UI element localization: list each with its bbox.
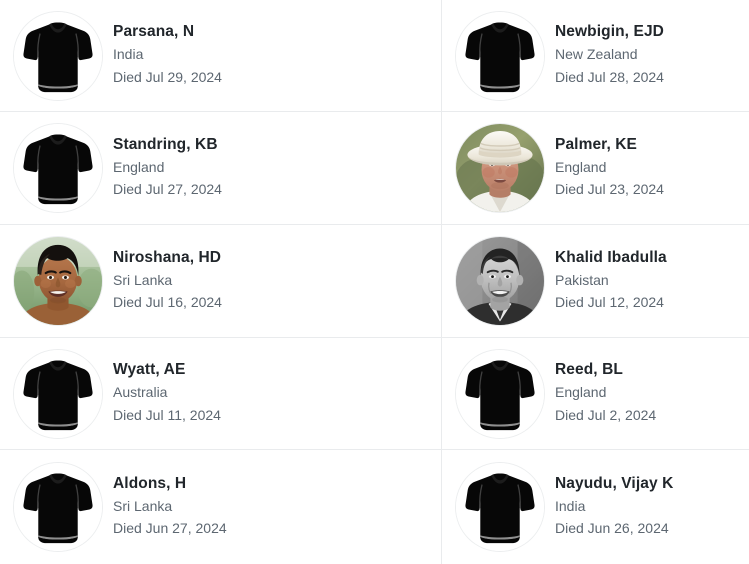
person-died-date: Died Jul 11, 2024	[113, 406, 221, 423]
avatar[interactable]	[456, 237, 544, 325]
shirt-placeholder-icon	[456, 11, 544, 100]
person-died-date: Died Jul 29, 2024	[113, 68, 222, 85]
person-country: Sri Lanka	[113, 271, 173, 288]
person-info: Parsana, N India Died Jul 29, 2024	[113, 21, 222, 89]
avatar[interactable]	[456, 349, 544, 438]
person-card[interactable]: Khalid Ibadulla Pakistan Died Jul 12, 2024	[442, 225, 749, 338]
person-info: Reed, BL England Died Jul 2, 2024	[555, 359, 656, 427]
person-card[interactable]: Nayudu, Vijay K India Died Jun 26, 2024	[442, 450, 749, 564]
avatar[interactable]	[14, 237, 102, 325]
avatar[interactable]	[14, 349, 102, 438]
person-name[interactable]: Parsana, N	[113, 21, 222, 43]
person-country: New Zealand	[555, 46, 638, 63]
person-name[interactable]: Khalid Ibadulla	[555, 247, 667, 269]
obituary-list-grid: Parsana, N India Died Jul 29, 2024 Newbigi…	[0, 0, 749, 564]
person-card[interactable]: Palmer, KE England Died Jul 23, 2024	[442, 112, 749, 225]
person-info: Standring, KB England Died Jul 27, 2024	[113, 134, 222, 202]
person-name[interactable]: Standring, KB	[113, 134, 222, 156]
avatar[interactable]	[14, 11, 102, 100]
shirt-placeholder-icon	[14, 11, 102, 100]
person-card[interactable]: Reed, BL England Died Jul 2, 2024	[442, 338, 749, 450]
person-country: India	[113, 46, 144, 63]
person-info: Nayudu, Vijay K India Died Jun 26, 2024	[555, 473, 673, 541]
person-info: Niroshana, HD Sri Lanka Died Jul 16, 2024	[113, 247, 222, 315]
shirt-placeholder-icon	[14, 124, 102, 212]
person-country: Australia	[113, 384, 168, 401]
person-died-date: Died Jun 27, 2024	[113, 520, 227, 536]
person-died-date: Died Jul 27, 2024	[113, 181, 222, 197]
person-country: England	[555, 384, 607, 401]
person-info: Newbigin, EJD New Zealand Died Jul 28, 202…	[555, 21, 664, 89]
person-card[interactable]: Aldons, H Sri Lanka Died Jun 27, 2024	[0, 450, 442, 564]
person-name[interactable]: Newbigin, EJD	[555, 21, 664, 43]
person-name[interactable]: Wyatt, AE	[113, 359, 221, 381]
shirt-placeholder-icon	[456, 463, 544, 551]
person-name[interactable]: Nayudu, Vijay K	[555, 473, 673, 495]
avatar[interactable]	[14, 124, 102, 212]
shirt-placeholder-icon	[14, 349, 102, 438]
person-name[interactable]: Reed, BL	[555, 359, 656, 381]
avatar[interactable]	[456, 11, 544, 100]
shirt-placeholder-icon	[14, 463, 102, 551]
person-name[interactable]: Aldons, H	[113, 473, 227, 495]
person-card[interactable]: Wyatt, AE Australia Died Jul 11, 2024	[0, 338, 442, 450]
person-info: Khalid Ibadulla Pakistan Died Jul 12, 2024	[555, 247, 667, 315]
person-country: Pakistan	[555, 271, 609, 288]
person-died-date: Died Jul 23, 2024	[555, 181, 664, 197]
person-died-date: Died Jul 28, 2024	[555, 68, 664, 85]
avatar[interactable]	[14, 463, 102, 551]
avatar[interactable]	[456, 124, 544, 212]
portrait-photo	[456, 124, 544, 212]
person-country: England	[555, 158, 607, 175]
portrait-photo	[14, 237, 102, 325]
person-name[interactable]: Palmer, KE	[555, 134, 664, 156]
person-died-date: Died Jul 2, 2024	[555, 406, 657, 423]
person-died-date: Died Jul 12, 2024	[555, 294, 664, 310]
person-card[interactable]: Parsana, N India Died Jul 29, 2024	[0, 0, 442, 112]
person-info: Palmer, KE England Died Jul 23, 2024	[555, 134, 664, 202]
person-card[interactable]: Niroshana, HD Sri Lanka Died Jul 16, 2024	[0, 225, 442, 338]
portrait-photo	[456, 237, 544, 325]
person-name[interactable]: Niroshana, HD	[113, 247, 222, 269]
person-country: India	[555, 497, 586, 514]
person-country: England	[113, 158, 165, 175]
person-died-date: Died Jun 26, 2024	[555, 520, 669, 536]
person-info: Wyatt, AE Australia Died Jul 11, 2024	[113, 359, 221, 427]
avatar[interactable]	[456, 463, 544, 551]
person-card[interactable]: Standring, KB England Died Jul 27, 2024	[0, 112, 442, 225]
person-country: Sri Lanka	[113, 497, 173, 514]
person-died-date: Died Jul 16, 2024	[113, 294, 222, 310]
shirt-placeholder-icon	[456, 349, 544, 438]
person-card[interactable]: Newbigin, EJD New Zealand Died Jul 28, 202…	[442, 0, 749, 112]
person-info: Aldons, H Sri Lanka Died Jun 27, 2024	[113, 473, 227, 541]
